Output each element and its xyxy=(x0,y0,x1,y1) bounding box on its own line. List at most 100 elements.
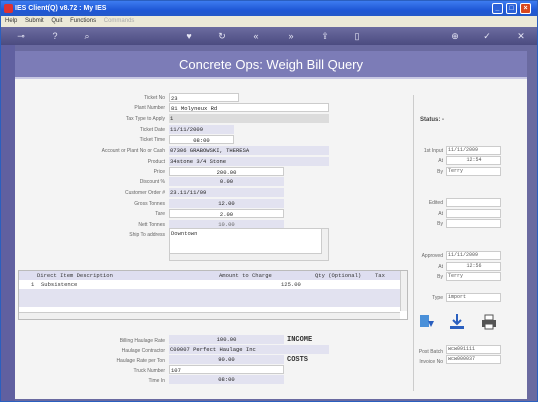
invoice-no-label: Invoice No xyxy=(419,359,443,365)
maximize-button[interactable]: □ xyxy=(506,3,517,14)
at1-field: 12:54 xyxy=(446,156,501,165)
at3-label: At xyxy=(438,264,443,270)
tax-type-field[interactable]: 1 xyxy=(169,114,329,123)
by2-field xyxy=(446,219,501,228)
table-row-empty[interactable] xyxy=(19,289,405,298)
edited-label: Edited xyxy=(428,200,443,206)
close-window-button[interactable]: × xyxy=(520,3,531,14)
grid-vscrollbar[interactable] xyxy=(400,271,407,311)
product-field[interactable]: 34stone 3/4 Stone xyxy=(169,157,329,166)
discount-label: Discount % xyxy=(139,179,165,185)
product-label: Product xyxy=(147,159,165,165)
price-label: Price xyxy=(153,169,165,175)
ship-to-hscrollbar[interactable] xyxy=(170,253,322,260)
printer-icon[interactable] xyxy=(480,313,498,331)
ship-to-scrollbar[interactable] xyxy=(321,229,328,260)
col-tax: Tax xyxy=(375,272,385,279)
grid-hscrollbar[interactable] xyxy=(19,312,400,319)
rate-per-ton-label: Haulage Rate per Ton xyxy=(116,358,165,364)
search-icon[interactable]: ⌕ xyxy=(81,30,93,42)
time-in-label: Time In xyxy=(148,378,165,384)
menu-commands: Commands xyxy=(103,18,135,24)
menu-functions[interactable]: Functions xyxy=(70,18,96,24)
fast-forward-icon[interactable]: » xyxy=(285,30,297,42)
refresh-icon[interactable]: ↻ xyxy=(216,30,228,42)
row-amount[interactable]: 125.00 xyxy=(281,280,301,289)
row-number: 1 xyxy=(31,281,35,288)
ticket-time-label: Ticket Time xyxy=(139,137,165,143)
customer-order-field[interactable]: 23.11/11/09 xyxy=(169,188,284,197)
toolbar: ⊸ ? ⌕ ♥ ↻ « » ⇪ ▯ ⊕ ✓ ✕ xyxy=(1,27,537,45)
add-icon[interactable]: ⊕ xyxy=(449,30,461,42)
import-icon[interactable] xyxy=(448,313,466,331)
table-row-empty[interactable] xyxy=(19,298,405,307)
stop-icon[interactable]: ▯ xyxy=(351,30,363,42)
truck-number-field[interactable]: 107 xyxy=(169,365,284,374)
check-icon[interactable]: ✓ xyxy=(481,30,493,42)
app-window: IES Client(Q) v8.72 : My IES _ □ × Help … xyxy=(0,0,538,402)
at2-label: At xyxy=(438,211,443,217)
col-description: Direct Item Description xyxy=(37,272,113,279)
truck-number-label: Truck Number xyxy=(133,368,166,374)
invoice-no-field: wcw000037 xyxy=(446,355,501,364)
col-qty: Qty (Optional) xyxy=(315,272,362,279)
rewind-icon[interactable]: « xyxy=(250,30,262,42)
ship-to-value: Downtown xyxy=(171,230,198,237)
key-icon[interactable]: ⊸ xyxy=(11,30,31,42)
table-row[interactable]: 1 Subsistence 125.00 xyxy=(19,280,405,289)
tare-field[interactable]: 2.00 xyxy=(169,209,284,218)
plant-number-label: Plant Number xyxy=(134,105,165,111)
export-icon[interactable]: ⇪ xyxy=(319,30,331,42)
heart-icon[interactable]: ♥ xyxy=(183,30,195,42)
menu-quit[interactable]: Quit xyxy=(51,18,62,24)
close-icon[interactable]: ✕ xyxy=(515,30,527,42)
contractor-label: Haulage Contractor xyxy=(121,348,165,354)
discount-field[interactable]: 0.00 xyxy=(169,177,284,186)
gross-tonnes-field[interactable]: 12.00 xyxy=(169,199,284,208)
time-in-field[interactable]: 08:00 xyxy=(169,375,284,384)
account-label: Account or Plant No or Cash xyxy=(101,148,165,154)
row-description[interactable]: Subsistence xyxy=(41,280,77,289)
ticket-date-label: Ticket Date xyxy=(139,127,165,133)
first-input-date: 11/11/2009 xyxy=(446,146,501,155)
plant-number-field[interactable]: 81 Molyneux Rd xyxy=(169,103,329,112)
menu-help[interactable]: Help xyxy=(5,18,17,24)
ticket-time-field[interactable]: 08:00 xyxy=(169,135,234,144)
at2-field xyxy=(446,209,501,218)
col-amount: Amount to Charge xyxy=(219,272,272,279)
rate-per-ton-field[interactable]: 90.00 xyxy=(169,355,284,364)
minimize-button[interactable]: _ xyxy=(492,3,503,14)
at3-field: 12:56 xyxy=(446,262,501,271)
status-label: Status: - xyxy=(420,117,444,123)
ticket-no-label: Ticket No xyxy=(144,95,165,101)
billing-rate-field[interactable]: 100.00 xyxy=(169,335,284,344)
direct-items-grid: Direct Item Description Amount to Charge… xyxy=(18,270,408,320)
first-input-label: 1st Input xyxy=(423,148,443,154)
type-field: import xyxy=(446,293,501,302)
contractor-field[interactable]: C00007 Perfect Haulage Inc xyxy=(169,345,329,354)
app-icon xyxy=(4,4,13,13)
title-bar: IES Client(Q) v8.72 : My IES _ □ × xyxy=(1,1,537,16)
tax-type-label: Tax Type to Apply xyxy=(125,116,165,122)
main-panel: Concrete Ops: Weigh Bill Query Ticket No… xyxy=(15,51,527,399)
edited-field xyxy=(446,198,501,207)
approved-label: Approved xyxy=(421,253,443,259)
tare-label: Tare xyxy=(155,211,165,217)
ship-to-textarea[interactable]: Downtown xyxy=(169,228,329,261)
by1-label: By xyxy=(437,169,443,175)
grid-header: Direct Item Description Amount to Charge… xyxy=(19,271,405,280)
ticket-no-field[interactable]: 23 xyxy=(169,93,239,102)
costs-section-label: COSTS xyxy=(287,356,309,364)
help-icon[interactable]: ? xyxy=(49,30,61,42)
customer-order-label: Customer Order # xyxy=(124,190,165,196)
nett-tonnes-label: Nett Tonnes xyxy=(138,222,165,228)
account-field[interactable]: 07306 GRABOWSKI, THERESA xyxy=(169,146,329,155)
menu-submit[interactable]: Submit xyxy=(25,18,44,24)
left-strip xyxy=(1,45,15,401)
download-icon[interactable] xyxy=(418,313,436,331)
income-section-label: INCOME xyxy=(287,336,313,344)
price-field[interactable]: 200.00 xyxy=(169,167,284,176)
window-title: IES Client(Q) v8.72 : My IES xyxy=(15,5,107,12)
ticket-date-field[interactable]: 11/11/2009 xyxy=(169,125,234,134)
by3-field: Terry xyxy=(446,272,501,281)
